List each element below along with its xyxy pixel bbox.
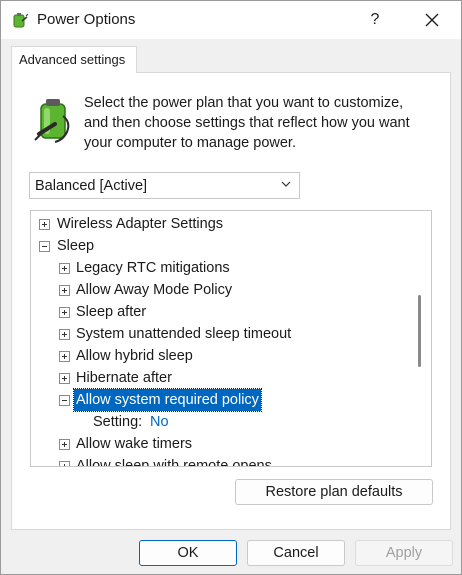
description-text: Select the power plan that you want to c… [84, 95, 410, 151]
expand-plus-icon[interactable] [59, 307, 70, 318]
tree-item-label: Legacy RTC mitigations [76, 260, 230, 276]
tree-item-label: Hibernate after [76, 370, 172, 386]
restore-plan-defaults-button[interactable]: Restore plan defaults [235, 479, 433, 505]
setting-label: Setting: [93, 414, 143, 430]
help-button[interactable]: ? [353, 1, 397, 39]
apply-button[interactable]: Apply [355, 540, 453, 566]
power-options-icon [13, 13, 29, 28]
tab-advanced-settings[interactable]: Advanced settings [11, 46, 137, 73]
power-plan-select-value: Balanced [Active] [35, 178, 148, 194]
tree-item-label: Allow Away Mode Policy [76, 282, 233, 298]
tree-item-label: Allow wake timers [76, 436, 193, 452]
tree-item-label: Sleep [57, 238, 95, 254]
expand-plus-icon[interactable] [59, 263, 70, 274]
expand-plus-icon[interactable] [59, 351, 70, 362]
close-icon [425, 13, 439, 27]
window-title: Power Options [37, 11, 136, 28]
settings-tree[interactable]: Wireless Adapter Settings Sleep Legacy R… [30, 210, 432, 467]
tree-item-label-selected: Allow system required policy [73, 388, 262, 412]
expand-plus-icon[interactable] [59, 461, 70, 466]
collapse-minus-icon[interactable] [39, 241, 50, 252]
collapse-minus-icon[interactable] [59, 395, 70, 406]
tree-item-label: Allow hybrid sleep [76, 348, 193, 364]
tree-item-label: System unattended sleep timeout [76, 326, 292, 342]
scrollbar-thumb[interactable] [418, 295, 421, 367]
close-button[interactable] [407, 1, 457, 39]
chevron-down-icon [281, 181, 291, 187]
tree-item-label: Sleep after [76, 304, 147, 320]
cancel-button[interactable]: Cancel [247, 540, 345, 566]
tree-item-label: Allow sleep with remote opens [76, 458, 272, 467]
title-bar: Power Options ? [1, 1, 461, 39]
expand-plus-icon[interactable] [59, 373, 70, 384]
tree-item-label: Wireless Adapter Settings [57, 216, 224, 232]
power-plan-select[interactable]: Balanced [Active] [29, 172, 300, 199]
expand-plus-icon[interactable] [59, 329, 70, 340]
expand-plus-icon[interactable] [59, 285, 70, 296]
battery-plug-icon [34, 99, 70, 143]
expand-plus-icon[interactable] [39, 219, 50, 230]
power-options-dialog: Power Options ? Advanced settings Select… [0, 0, 462, 575]
ok-button[interactable]: OK [139, 540, 237, 566]
expand-plus-icon[interactable] [59, 439, 70, 450]
setting-value-link[interactable]: No [150, 411, 169, 433]
